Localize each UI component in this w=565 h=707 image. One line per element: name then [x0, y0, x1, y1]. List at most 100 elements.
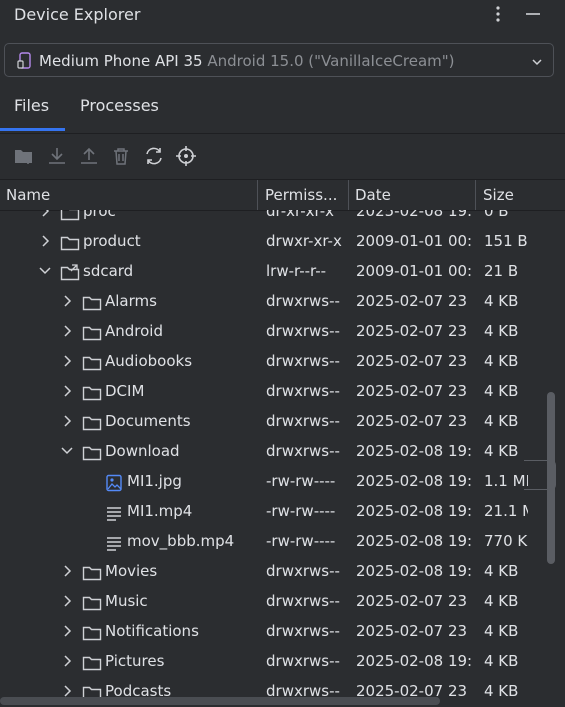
table-row[interactable]: mov_bbb.mp4 -rw-rw---- 2025-02-08 19: 770 K [0, 526, 545, 556]
size-cell: 151 B [484, 232, 528, 250]
table-row[interactable]: Documents drwxrws-- 2025-02-07 23 4 KB [0, 406, 545, 436]
file-name: Music [105, 592, 148, 610]
name-cell: MI1.jpg [0, 466, 255, 496]
table-row[interactable]: Alarms drwxrws-- 2025-02-07 23 4 KB [0, 286, 545, 316]
device-name: Medium Phone API 35 [39, 52, 203, 70]
column-header-size[interactable]: Size [483, 180, 543, 210]
name-cell: mov_bbb.mp4 [0, 526, 255, 556]
horizontal-scrollbar[interactable] [0, 697, 440, 705]
file-name: product [83, 232, 141, 250]
download-icon[interactable] [46, 145, 68, 167]
date-cell: 2025-02-08 19: [356, 210, 473, 220]
locate-icon[interactable] [175, 145, 197, 167]
name-cell: proc [0, 210, 255, 226]
size-cell: 0 B [484, 210, 509, 220]
file-tree-table: proc dr-xr-xr-x 2025-02-08 19: 0 B product dr… [0, 210, 545, 697]
table-row[interactable]: Download drwxrws-- 2025-02-08 19: 4 KB [0, 436, 545, 466]
name-cell: Documents [0, 406, 255, 436]
size-cell: 4 KB [484, 652, 519, 670]
link-folder-icon [60, 262, 80, 281]
chevron-right-icon[interactable] [60, 676, 74, 697]
date-cell: 2025-02-08 19: [356, 502, 473, 520]
table-row[interactable]: sdcard lrw-r--r-- 2009-01-01 00: 21 B [0, 256, 545, 286]
name-cell: Movies [0, 556, 255, 586]
chevron-right-icon[interactable] [60, 316, 74, 346]
date-cell: 2025-02-08 19: [356, 472, 473, 490]
chevron-right-icon[interactable] [38, 226, 52, 256]
size-cell: 4 KB [484, 592, 519, 610]
permissions-cell: drwxrws-- [266, 292, 340, 310]
size-cell: 4 KB [484, 622, 519, 640]
permissions-cell: lrw-r--r-- [266, 262, 327, 280]
phone-device-icon [17, 52, 33, 74]
more-options-icon[interactable] [488, 4, 508, 24]
file-name: Pictures [105, 652, 165, 670]
table-row[interactable]: Movies drwxrws-- 2025-02-08 19: 4 KB [0, 556, 545, 586]
chevron-right-icon[interactable] [60, 646, 74, 676]
chevron-right-icon[interactable] [60, 376, 74, 406]
table-row[interactable]: proc dr-xr-xr-x 2025-02-08 19: 0 B [0, 210, 545, 226]
toolbar [0, 134, 565, 178]
chevron-down-icon[interactable] [60, 436, 74, 466]
folder-icon [82, 382, 102, 401]
chevron-down-icon [531, 54, 543, 72]
date-cell: 2025-02-07 23 [356, 622, 468, 640]
table-row[interactable]: Notifications drwxrws-- 2025-02-07 23 4 KB [0, 616, 545, 646]
folder-icon [82, 292, 102, 311]
folder-icon [60, 232, 80, 251]
tab-bar: Files Processes [0, 88, 565, 134]
date-cell: 2025-02-07 23 [356, 682, 468, 697]
folder-icon [82, 592, 102, 611]
size-cell: 4 KB [484, 562, 519, 580]
name-cell: Android [0, 316, 255, 346]
column-header-name[interactable]: Name [6, 180, 256, 210]
date-cell: 2025-02-07 23 [356, 322, 468, 340]
date-cell: 2025-02-07 23 [356, 292, 468, 310]
minimize-icon[interactable] [523, 4, 543, 24]
delete-icon[interactable] [110, 145, 132, 167]
chevron-right-icon[interactable] [60, 586, 74, 616]
table-row[interactable]: Podcasts drwxrws-- 2025-02-07 23 4 KB [0, 676, 545, 697]
column-divider[interactable] [257, 180, 258, 210]
folder-icon [82, 352, 102, 371]
new-folder-icon[interactable] [13, 145, 35, 167]
file-name: MI1.jpg [127, 472, 182, 490]
sync-icon[interactable] [143, 145, 165, 167]
column-header-date[interactable]: Date [355, 180, 473, 210]
column-header-permissions[interactable]: Permiss... [265, 180, 347, 210]
device-selector[interactable]: Medium Phone API 35 Android 15.0 ("Vanil… [4, 43, 554, 77]
chevron-right-icon[interactable] [60, 556, 74, 586]
column-divider[interactable] [348, 180, 349, 210]
chevron-right-icon[interactable] [60, 616, 74, 646]
permissions-cell: drwxrws-- [266, 562, 340, 580]
chevron-right-icon[interactable] [60, 406, 74, 436]
chevron-right-icon[interactable] [60, 346, 74, 376]
table-row[interactable]: DCIM drwxrws-- 2025-02-07 23 4 KB [0, 376, 545, 406]
table-row[interactable]: Android drwxrws-- 2025-02-07 23 4 KB [0, 316, 545, 346]
folder-icon [82, 622, 102, 641]
folder-icon [60, 210, 80, 221]
table-row[interactable]: MI1.mp4 -rw-rw---- 2025-02-08 19: 21.1 M [0, 496, 545, 526]
table-row[interactable]: Music drwxrws-- 2025-02-07 23 4 KB [0, 586, 545, 616]
date-cell: 2025-02-07 23 [356, 352, 468, 370]
table-row[interactable]: MI1.jpg -rw-rw---- 2025-02-08 19: 1.1 MI [0, 466, 545, 496]
chevron-right-icon[interactable] [60, 286, 74, 316]
table-row[interactable]: Audiobooks drwxrws-- 2025-02-07 23 4 KB [0, 346, 545, 376]
chevron-down-icon[interactable] [38, 256, 52, 286]
title-bar: Device Explorer [0, 0, 565, 30]
table-row[interactable]: Pictures drwxrws-- 2025-02-08 19: 4 KB [0, 646, 545, 676]
tab-files[interactable]: Files [14, 96, 49, 115]
file-name: Movies [105, 562, 158, 580]
size-cell: 4 KB [484, 442, 519, 460]
file-name: Download [105, 442, 180, 460]
name-cell: Audiobooks [0, 346, 255, 376]
permissions-cell: drwxr-xr-x [266, 232, 342, 250]
tab-processes[interactable]: Processes [80, 96, 159, 115]
table-row[interactable]: product drwxr-xr-x 2009-01-01 00: 151 B [0, 226, 545, 256]
vertical-scrollbar[interactable] [547, 392, 555, 564]
chevron-right-icon[interactable] [38, 210, 52, 226]
column-divider[interactable] [475, 180, 476, 210]
upload-icon[interactable] [78, 145, 100, 167]
date-cell: 2025-02-07 23 [356, 382, 468, 400]
permissions-cell: drwxrws-- [266, 412, 340, 430]
